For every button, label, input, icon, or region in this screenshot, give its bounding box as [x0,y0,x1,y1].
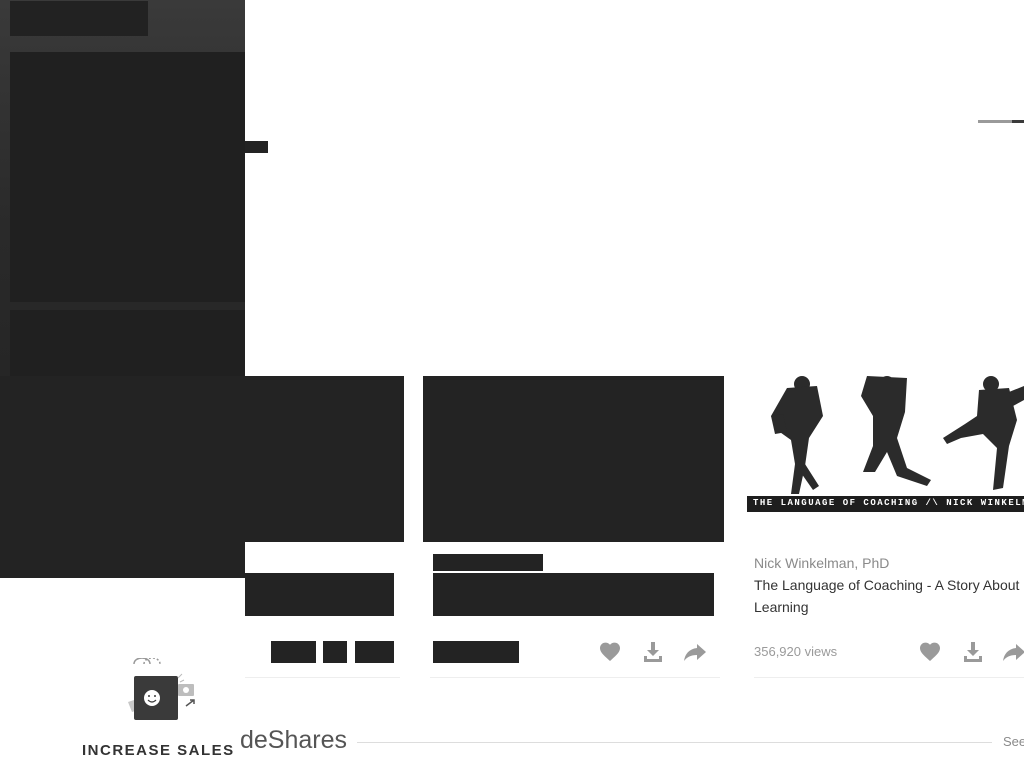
card-3-thumbnail[interactable]: THE LANGUAGE OF COACHING /\ NICK WINKELM… [747,376,1024,542]
card-2-author-redacted[interactable] [433,554,543,571]
download-icon [644,642,662,662]
card-2-thumbnail[interactable] [423,376,724,542]
share-arrow-icon [1003,644,1024,661]
side-panel-lower-block [0,376,245,578]
card-3-title[interactable]: The Language of Coaching - A Story About… [754,574,1024,618]
card-3-share-button[interactable] [1002,640,1024,664]
overlay-edge-bar [245,141,268,153]
card-1-action-redacted[interactable] [271,641,316,663]
shopping-bag-icon [118,657,198,724]
card-3-download-button[interactable] [961,640,985,664]
heart-icon [600,642,620,661]
card-1-title-redacted [245,573,394,616]
card-2-title-redacted[interactable] [433,573,714,616]
card-3-like-button[interactable] [918,640,942,664]
thumbnail-caption: THE LANGUAGE OF COACHING /\ NICK WINKELM… [753,498,1024,508]
side-panel-small-block [10,310,245,376]
card-1-thumbnail[interactable] [245,376,404,542]
heart-icon [920,642,940,661]
card-1-divider [245,677,400,678]
card-2-views-redacted [433,641,519,663]
carousel-scroll-indicator[interactable] [978,120,1024,123]
card-1-action-redacted[interactable] [355,641,394,663]
card-2-download-button[interactable] [641,640,665,664]
card-2-share-button[interactable] [683,640,707,664]
side-panel-large-block [10,52,245,302]
card-2-like-button[interactable] [598,640,622,664]
card-3-divider [754,677,1024,678]
see-all-link[interactable]: See [1003,734,1024,749]
increase-sales-label[interactable]: INCREASE SALES [82,742,235,759]
share-arrow-icon [684,644,706,661]
section-title: deShares [240,726,348,754]
section-divider [357,742,992,743]
side-panel-top-block [10,1,148,36]
athletes-photo [747,376,1024,512]
card-1-action-redacted[interactable] [323,641,347,663]
card-3-views: 356,920 views [754,644,838,659]
download-icon [964,642,982,662]
card-3-author[interactable]: Nick Winkelman, PhD [754,555,889,571]
card-2-divider [430,677,720,678]
